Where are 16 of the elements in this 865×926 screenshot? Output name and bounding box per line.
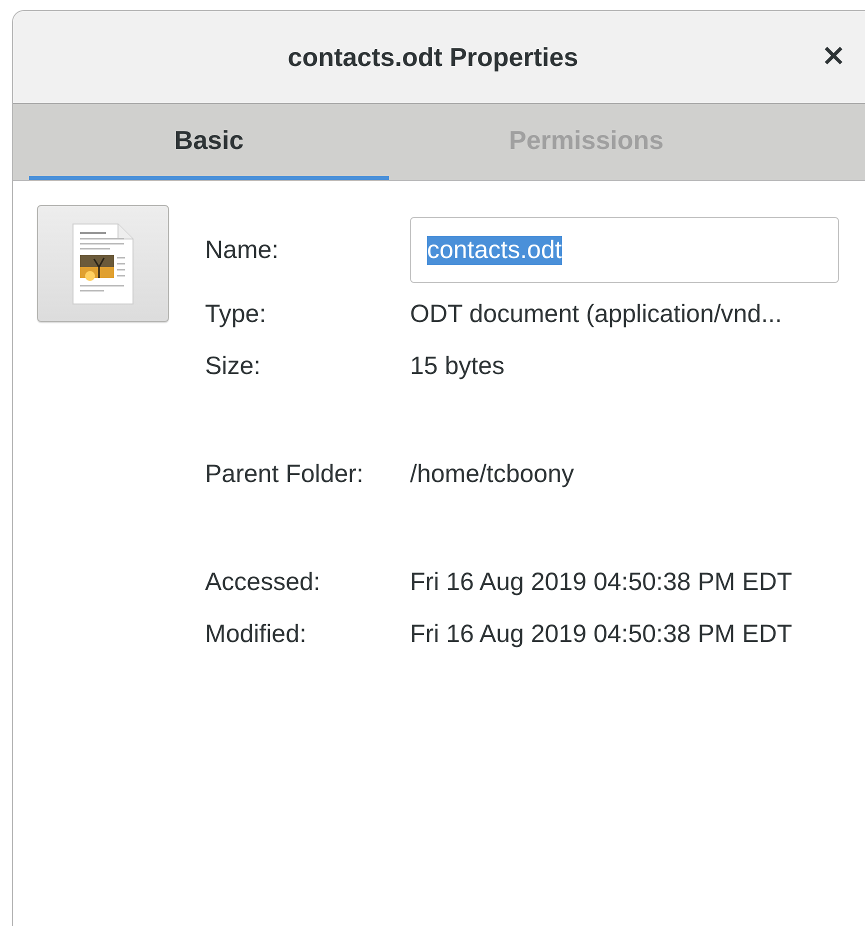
- field-value: ODT document (application/vnd...: [410, 299, 783, 330]
- field-label: Accessed:: [205, 567, 322, 598]
- close-button[interactable]: ×: [817, 41, 850, 71]
- field-value: 15 bytes: [410, 351, 506, 382]
- field-label: Type:: [205, 299, 268, 330]
- field-label: Modified:: [205, 619, 308, 650]
- field-value: Fri 16 Aug 2019 04:50:38 PM EDT: [410, 567, 794, 598]
- field-value: /home/tcboony: [410, 459, 575, 490]
- file-icon-button[interactable]: [37, 205, 169, 322]
- document-icon: [72, 222, 134, 304]
- window-title: contacts.odt Properties: [288, 42, 578, 72]
- field-label: Parent Folder:: [205, 459, 364, 490]
- tab[interactable]: Basic: [29, 104, 389, 180]
- field-value: Fri 16 Aug 2019 04:50:38 PM EDT: [410, 619, 794, 650]
- field-label: Size:: [205, 351, 262, 382]
- field-label: Name:: [205, 235, 280, 266]
